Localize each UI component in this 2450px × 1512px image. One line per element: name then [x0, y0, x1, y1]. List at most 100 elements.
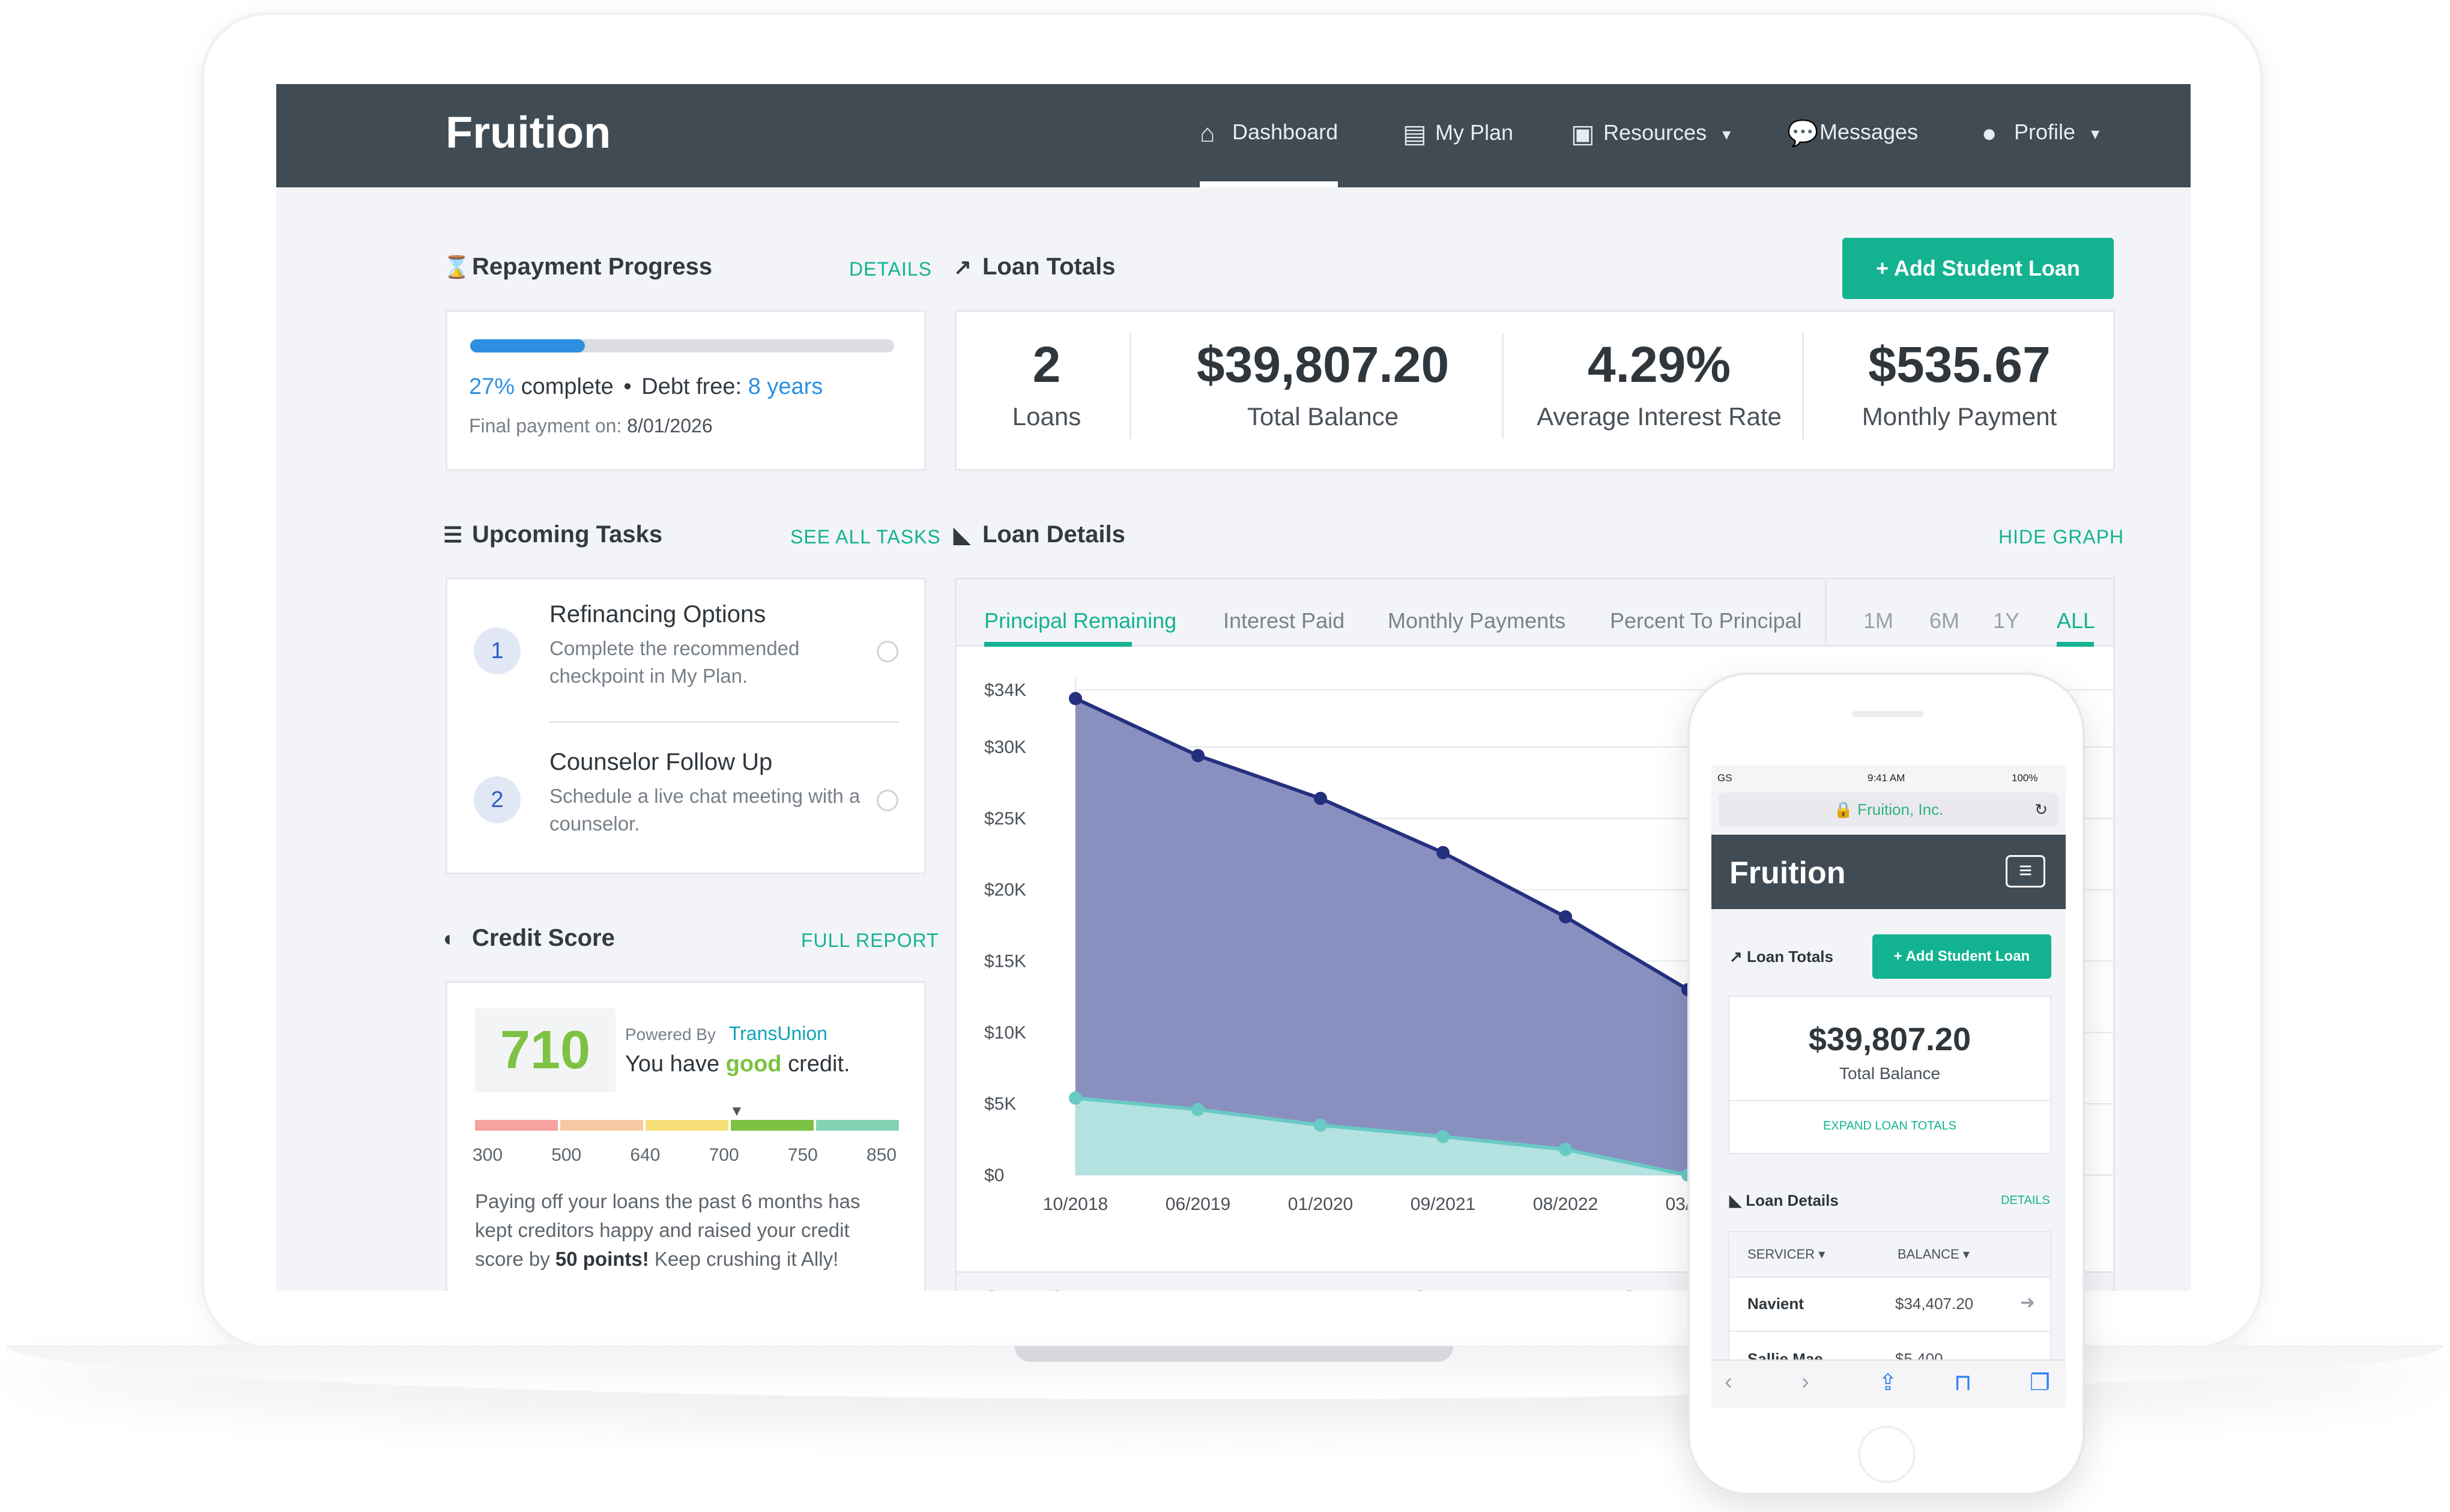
credit-scale-label: 500	[551, 1145, 582, 1165]
credit-scale-segment	[475, 1120, 558, 1131]
stat-interest-rate: 4.29% Average Interest Rate	[1509, 336, 1809, 431]
range-1y[interactable]: 1Y	[1993, 608, 2019, 634]
credit-message-post: credit.	[788, 1051, 850, 1077]
credit-score-value: 710	[500, 1020, 591, 1080]
tabs-icon[interactable]: ❐	[2030, 1369, 2050, 1396]
task-checkbox[interactable]	[877, 641, 898, 662]
repayment-progress-title-text: Repayment Progress	[472, 253, 713, 280]
task-description: Complete the recommended checkpoint in M…	[549, 637, 800, 687]
upcoming-tasks-title-text: Upcoming Tasks	[472, 521, 663, 548]
powered-by-label: Powered By	[625, 1025, 716, 1044]
credit-note-end: Keep crushing it Ally!	[654, 1248, 839, 1270]
nav-dashboard-label: Dashboard	[1232, 119, 1338, 144]
data-point	[1436, 845, 1450, 859]
phone-table-row[interactable]: Navient $34,407.20 ➜	[1729, 1277, 2050, 1332]
phone-brand[interactable]: Fruition	[1729, 855, 1846, 891]
task-number-badge: 1	[474, 627, 521, 674]
tabs-divider	[1825, 579, 1827, 647]
col-servicer[interactable]: SERVICER ▾	[984, 1286, 1120, 1291]
credit-message-good: good	[725, 1051, 782, 1077]
stat-label: Total Balance	[1247, 402, 1399, 431]
phone-add-student-loan-button[interactable]: + Add Student Loan	[1872, 934, 2051, 979]
phone-status-bar: GS 9:41 AM 100%	[1711, 765, 2066, 791]
col-balance-label: BALANCE	[1341, 1286, 1442, 1291]
data-point	[1314, 1118, 1327, 1132]
status-battery: 100%	[2012, 772, 2038, 784]
chevron-down-icon: ▾	[1818, 1247, 1825, 1262]
nav-resources[interactable]: ▣ Resources ▾	[1571, 119, 1731, 187]
percent-complete: 27%	[469, 374, 515, 399]
stat-value: 2	[1032, 336, 1061, 393]
col-balance[interactable]: BALANCE ▾	[1341, 1286, 1468, 1291]
stat-label: Monthly Payment	[1862, 402, 2057, 431]
share-icon[interactable]: ⇪	[1878, 1369, 1898, 1396]
bullet-separator: •	[623, 374, 632, 399]
col-servicer-label: SERVICER	[984, 1286, 1094, 1291]
phone-url-bar[interactable]: 🔒 Fruition, Inc. ↻	[1719, 793, 2058, 826]
loan-totals-title-text: Loan Totals	[982, 253, 1116, 280]
range-6m[interactable]: 6M	[1929, 608, 1959, 634]
final-payment-date: 8/01/2026	[627, 415, 713, 437]
hamburger-menu-icon[interactable]: ≡	[2006, 855, 2045, 888]
nav-profile[interactable]: ● Profile ▾	[1982, 119, 2099, 187]
tab-percent-to-principal[interactable]: Percent To Principal	[1610, 608, 1802, 634]
credit-message-pre: You have	[625, 1051, 720, 1077]
tab-monthly-payments[interactable]: Monthly Payments	[1388, 608, 1565, 634]
tasks-card: 1 Refinancing Options Complete the recom…	[446, 578, 926, 874]
nav-profile-label: Profile	[2014, 119, 2076, 144]
phone-url-text: Fruition, Inc.	[1857, 800, 1944, 818]
back-icon[interactable]: ‹	[1725, 1369, 1732, 1395]
chat-icon: 💬	[1787, 119, 1819, 147]
col-interest-rate[interactable]: INTEREST RATE	[1543, 1286, 1711, 1291]
bookmarks-icon[interactable]: ⊓	[1954, 1369, 1972, 1396]
credit-scale-segment	[560, 1120, 643, 1131]
credit-card: 710 Powered By TransUnion You have good …	[446, 981, 926, 1291]
home-icon: ⌂	[1200, 119, 1215, 147]
map-icon: ▤	[1403, 119, 1427, 148]
hide-graph-link[interactable]: HIDE GRAPH	[1998, 526, 2124, 548]
task-title: Refinancing Options	[549, 601, 766, 627]
x-tick-label: 10/2018	[1043, 1194, 1108, 1214]
tab-principal-remaining[interactable]: Principal Remaining	[984, 608, 1176, 634]
see-all-tasks-link[interactable]: SEE ALL TASKS	[790, 526, 941, 548]
task-description: Schedule a live chat meeting with a coun…	[549, 785, 861, 835]
chevron-down-icon: ▾	[1722, 125, 1731, 144]
phone-balance-label: Total Balance	[1839, 1064, 1941, 1083]
task-checkbox[interactable]	[877, 790, 898, 811]
nav-messages[interactable]: 💬Messages	[1787, 119, 1918, 187]
phone-row-servicer: Navient	[1747, 1295, 1804, 1313]
nav-dashboard[interactable]: ⌂ Dashboard	[1200, 119, 1338, 187]
phone-col-servicer[interactable]: SERVICER ▾	[1747, 1247, 1825, 1262]
book-icon: ▣	[1571, 119, 1595, 148]
nav-my-plan[interactable]: ▤ My Plan	[1403, 119, 1513, 187]
upcoming-tasks-title: ☰ Upcoming Tasks	[443, 521, 662, 548]
chevron-down-icon: ▾	[2091, 124, 2100, 143]
phone-expand-totals-link[interactable]: EXPAND LOAN TOTALS	[1729, 1119, 2050, 1133]
add-student-loan-button[interactable]: + Add Student Loan	[1842, 238, 2114, 299]
credit-scale-label: 750	[787, 1145, 818, 1165]
range-1m[interactable]: 1M	[1863, 608, 1893, 634]
reload-icon[interactable]: ↻	[2034, 793, 2048, 826]
data-point	[1191, 1102, 1205, 1116]
stat-divider	[1802, 333, 1804, 439]
line-chart-icon: ↗	[954, 255, 972, 279]
credit-message: You have good credit.	[625, 1051, 850, 1077]
brand-logo[interactable]: Fruition	[446, 107, 611, 158]
credit-note-bold: 50 points!	[555, 1248, 649, 1270]
loan-details-title-text: Loan Details	[982, 521, 1125, 548]
score-marker-icon: ▼	[730, 1103, 744, 1119]
full-report-link[interactable]: FULL REPORT	[801, 930, 939, 952]
phone-col-balance[interactable]: BALANCE ▾	[1898, 1247, 1970, 1262]
phone-details-link[interactable]: DETAILS	[2001, 1194, 2050, 1208]
tab-interest-paid[interactable]: Interest Paid	[1223, 608, 1344, 634]
status-time: 9:41 AM	[1868, 772, 1905, 784]
phone-home-button[interactable]	[1858, 1426, 1916, 1483]
range-all[interactable]: ALL	[2057, 608, 2095, 634]
forward-icon[interactable]: ›	[1801, 1369, 1809, 1395]
chevron-right-icon[interactable]: ➜	[2020, 1292, 2035, 1313]
data-point	[1436, 1129, 1450, 1143]
debt-free-value: 8 years	[748, 374, 823, 399]
phone-col-servicer-label: SERVICER	[1747, 1247, 1815, 1262]
final-payment-label: Final payment on:	[469, 415, 622, 437]
repayment-details-link[interactable]: DETAILS	[849, 258, 932, 280]
